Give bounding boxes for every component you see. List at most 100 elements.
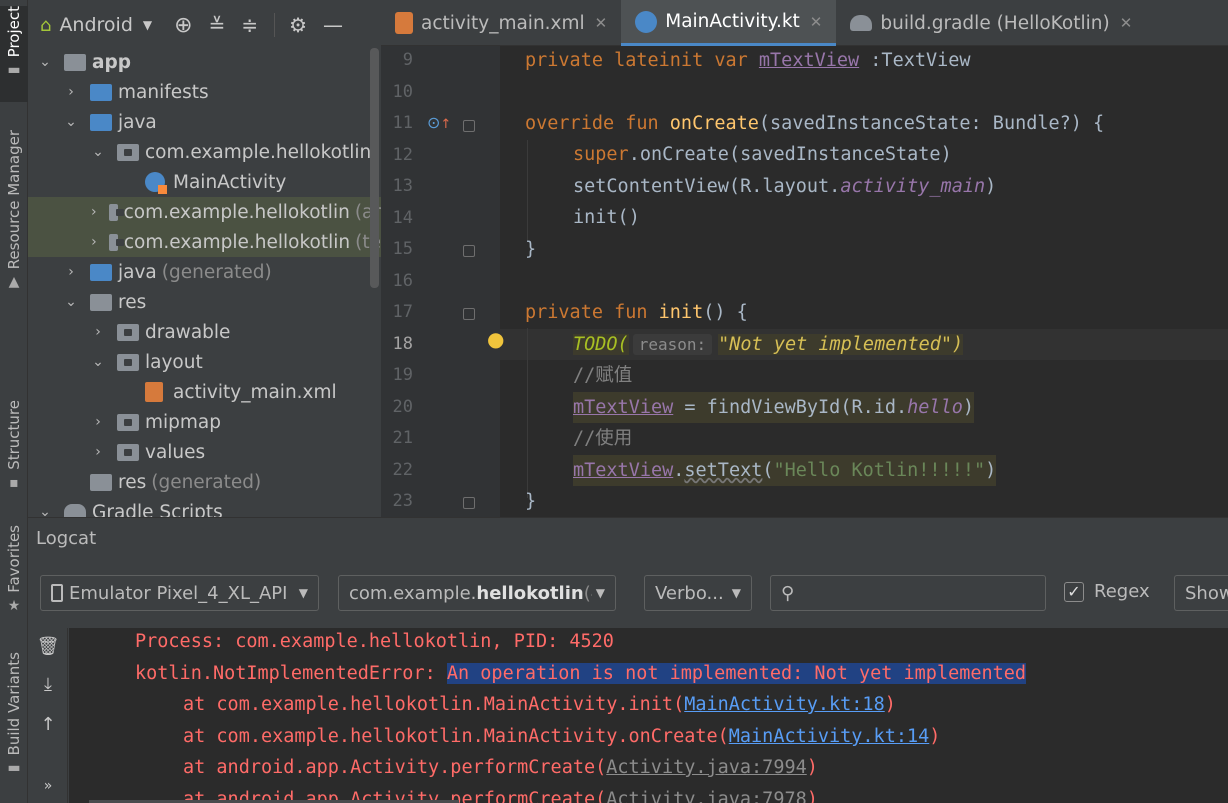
chevron-right-icon[interactable]: › xyxy=(91,234,97,250)
chevron-right-icon[interactable]: › xyxy=(64,264,78,280)
chevron-down-icon[interactable]: ⌄ xyxy=(91,354,105,370)
code-line-20[interactable]: mTextView = findViewById(R.id.hello) xyxy=(573,392,974,423)
close-icon[interactable]: ✕ xyxy=(810,13,823,31)
chevron-right-icon[interactable]: › xyxy=(91,444,105,460)
tree-label: values xyxy=(145,441,206,463)
fold-icon[interactable] xyxy=(463,497,475,509)
gradle-icon xyxy=(850,15,873,31)
chevron-down-icon[interactable]: ⌄ xyxy=(91,144,105,160)
source-link[interactable]: Activity.java:7978 xyxy=(606,789,806,803)
process-name: hellokotlin xyxy=(476,582,584,604)
code-line-14[interactable]: init() xyxy=(573,202,640,233)
collapse-all-icon[interactable]: ≑ xyxy=(241,0,258,50)
code-editor: activity_main.xml ✕ MainActivity.kt ✕ bu… xyxy=(381,0,1228,517)
fold-icon[interactable] xyxy=(463,308,475,320)
log-level-dropdown[interactable]: Verbo... ▼ xyxy=(644,575,752,611)
chevron-right-icon[interactable]: › xyxy=(91,324,105,340)
minimize-icon[interactable]: — xyxy=(323,0,343,50)
tab-structure[interactable]: Structure ▪ xyxy=(0,400,28,496)
view-mode-dropdown[interactable]: ⌂ Android ▼ xyxy=(40,0,152,50)
tree-item-package-test[interactable]: › com.example.hellokotlin (te xyxy=(28,227,381,257)
tree-item-activity-main-xml[interactable]: activity_main.xml xyxy=(28,377,381,407)
chevron-right-icon[interactable]: › xyxy=(91,204,97,220)
up-arrow-icon[interactable]: ↑ xyxy=(28,714,68,735)
tree-item-package-androidtest[interactable]: › com.example.hellokotlin (ar xyxy=(28,197,381,227)
keyword: private fun xyxy=(525,302,659,323)
source-link[interactable]: MainActivity.kt:14 xyxy=(729,726,929,747)
tree-item-java[interactable]: ⌄ java xyxy=(28,107,381,137)
editor-tab-bar: activity_main.xml ✕ MainActivity.kt ✕ bu… xyxy=(381,0,1228,46)
fold-icon[interactable] xyxy=(463,120,475,132)
search-input[interactable] xyxy=(802,585,1023,601)
tree-item-res-generated[interactable]: res (generated) xyxy=(28,467,381,497)
code-text: () { xyxy=(703,302,748,323)
source-link[interactable]: Activity.java:7994 xyxy=(606,757,806,778)
tree-item-package-main[interactable]: ⌄ com.example.hellokotlin xyxy=(28,137,381,167)
tree-item-mainactivity[interactable]: MainActivity xyxy=(28,167,381,197)
fold-icon[interactable] xyxy=(463,245,475,257)
tab-build-variants[interactable]: Build Variants ▬ xyxy=(0,652,28,782)
line-number: 21 xyxy=(392,428,413,448)
lightbulb-icon[interactable]: ● xyxy=(487,327,504,351)
tab-project[interactable]: Project ▬ xyxy=(0,6,28,102)
code-line-13[interactable]: setContentView(R.layout.activity_main) xyxy=(573,171,996,202)
tree-item-gradle-scripts[interactable]: ⌄ Gradle Scripts xyxy=(28,497,381,517)
logcat-output[interactable]: Process: com.example.hellokotlin, PID: 4… xyxy=(69,628,1228,803)
gear-icon[interactable]: ⚙ xyxy=(289,0,307,50)
tab-mainactivity-kt[interactable]: MainActivity.kt ✕ xyxy=(621,0,837,46)
scroll-to-end-icon[interactable]: ⤓ xyxy=(28,674,68,695)
code-line-15[interactable]: } xyxy=(525,234,536,265)
log-search-field[interactable]: ⚲ xyxy=(770,575,1046,611)
regex-checkbox[interactable]: ✓ Regex xyxy=(1064,581,1150,602)
code-line-17[interactable]: private fun init() { xyxy=(525,297,748,328)
chevron-down-icon[interactable]: ⌄ xyxy=(64,294,78,310)
log-text: at android.app.Activity.performCreate( xyxy=(183,757,607,778)
chevron-right-icon[interactable]: › xyxy=(91,414,105,430)
close-icon[interactable]: ✕ xyxy=(595,14,608,32)
tree-item-drawable[interactable]: › drawable xyxy=(28,317,381,347)
tree-item-values[interactable]: › values xyxy=(28,437,381,467)
source-link[interactable]: MainActivity.kt:18 xyxy=(684,694,884,715)
chevron-down-icon[interactable]: ⌄ xyxy=(38,504,52,517)
keyword: super xyxy=(573,144,629,165)
process-dropdown[interactable]: com.example.hellokotlin (4 ▼ xyxy=(338,575,616,611)
line-number: 17 xyxy=(392,302,413,322)
code-line-11[interactable]: override fun onCreate(savedInstanceState… xyxy=(525,108,1104,139)
tree-label: java xyxy=(118,111,157,133)
show-button[interactable]: Show xyxy=(1174,575,1228,611)
more-icon[interactable]: » xyxy=(28,778,68,794)
chevron-right-icon[interactable]: › xyxy=(64,84,78,100)
tree-item-mipmap[interactable]: › mipmap xyxy=(28,407,381,437)
override-marker-icon[interactable]: ⊙↑ xyxy=(427,113,451,132)
tree-item-res[interactable]: ⌄ res xyxy=(28,287,381,317)
code-line-18[interactable]: TODO(reason: "Not yet implemented") xyxy=(573,329,964,360)
code-line-12[interactable]: super.onCreate(savedInstanceState) xyxy=(573,139,952,170)
tree-suffix: (generated) xyxy=(151,471,262,493)
device-dropdown[interactable]: Emulator Pixel_4_XL_API ▼ xyxy=(40,575,319,611)
tab-build-gradle[interactable]: build.gradle (HelloKotlin) ✕ xyxy=(836,0,1146,46)
resources-icon: ▲ xyxy=(8,274,20,291)
code-line-19[interactable]: //赋值 xyxy=(573,360,632,391)
line-number: 9 xyxy=(402,50,413,70)
regex-label: Regex xyxy=(1094,581,1150,602)
code-line-21[interactable]: //使用 xyxy=(573,423,632,454)
locate-icon[interactable]: ⊕ xyxy=(174,0,192,50)
tab-favorites[interactable]: Favorites ★ xyxy=(0,525,28,625)
tab-resource-manager-label: Resource Manager xyxy=(5,130,23,270)
trash-icon[interactable]: 🗑 xyxy=(28,636,68,657)
tab-resource-manager[interactable]: Resource Manager ▲ xyxy=(0,130,28,300)
chevron-down-icon[interactable]: ⌄ xyxy=(38,54,52,70)
close-icon[interactable]: ✕ xyxy=(1120,14,1133,32)
tree-item-layout[interactable]: ⌄ layout xyxy=(28,347,381,377)
tab-activity-main-xml[interactable]: activity_main.xml ✕ xyxy=(381,0,621,46)
process-prefix: com.example. xyxy=(349,582,477,604)
chevron-down-icon[interactable]: ⌄ xyxy=(64,114,78,130)
tree-item-app[interactable]: ⌄ app xyxy=(28,47,381,77)
code-line-22[interactable]: mTextView.setText("Hello Kotlin!!!!!") xyxy=(573,455,997,486)
tree-item-manifests[interactable]: › manifests xyxy=(28,77,381,107)
project-scrollbar[interactable] xyxy=(370,48,379,288)
tree-item-java-generated[interactable]: › java (generated) xyxy=(28,257,381,287)
expand-all-icon[interactable]: ≚ xyxy=(209,0,226,50)
code-line-23[interactable]: } xyxy=(525,486,536,517)
code-line-9[interactable]: private lateinit var mTextView :TextView xyxy=(525,45,971,76)
